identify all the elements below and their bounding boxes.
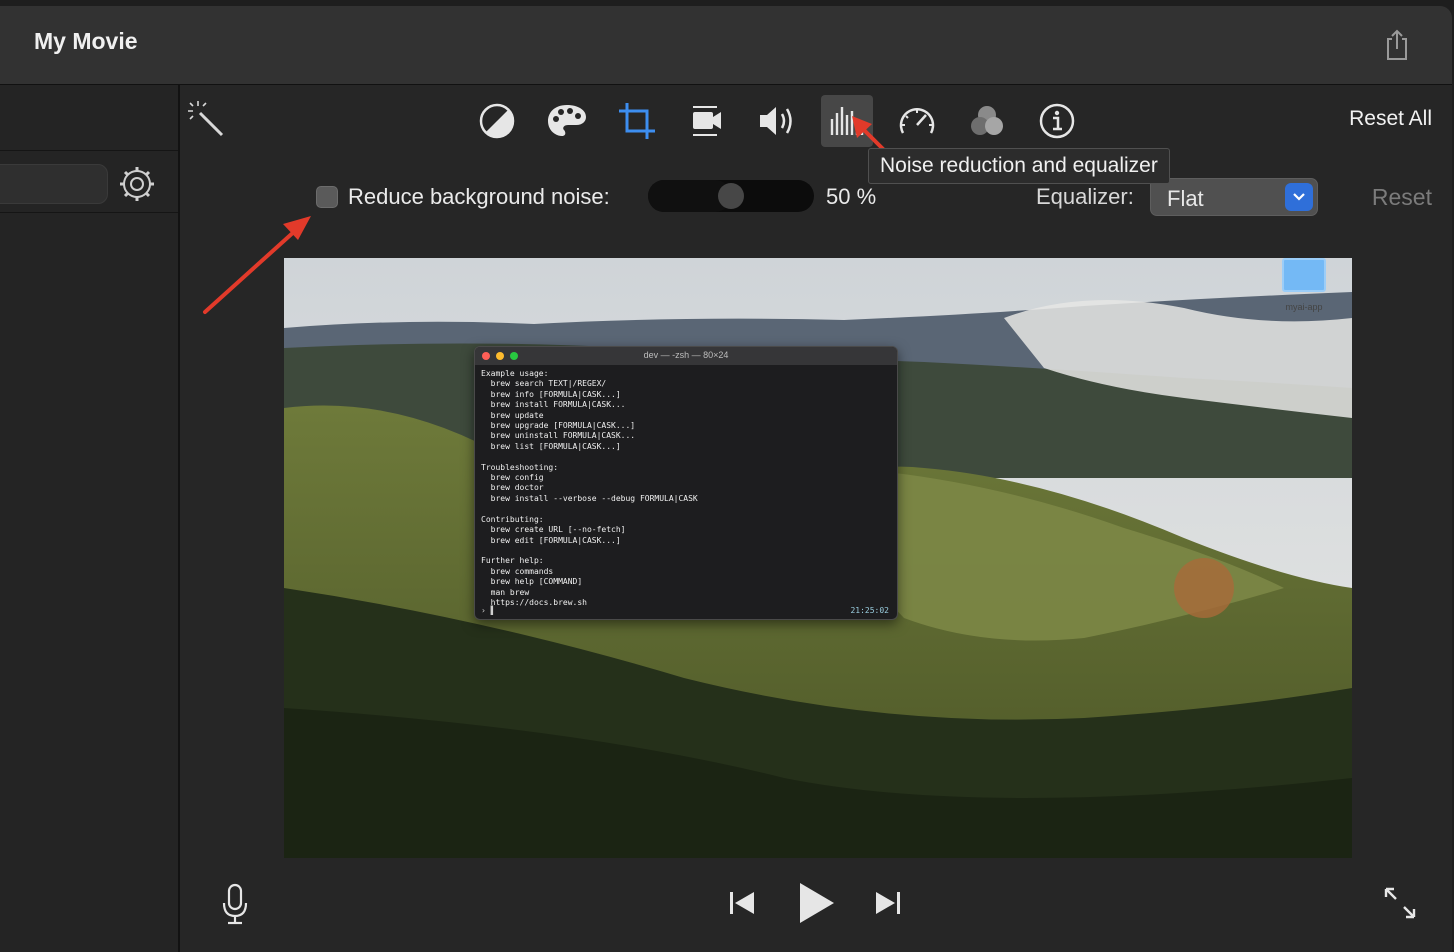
tooltip: Noise reduction and equalizer — [868, 148, 1170, 184]
play-button[interactable] — [794, 881, 838, 925]
stabilization-camera-icon — [693, 106, 721, 136]
stabilization-button[interactable] — [681, 95, 733, 147]
terminal-window: dev — -zsh — 80×24 Example usage: brew s… — [474, 346, 898, 620]
sidebar-divider — [0, 212, 178, 213]
noise-percent-value: 50 % — [826, 184, 877, 209]
reset-all-button[interactable]: Reset All — [1349, 107, 1432, 131]
title-bar: My Movie — [0, 6, 1452, 85]
desktop-folder[interactable]: myai-app — [1278, 258, 1330, 318]
chevron-down-icon — [1285, 183, 1313, 211]
skip-back-button[interactable] — [726, 887, 758, 919]
noise-level-slider[interactable] — [648, 180, 814, 212]
reduce-noise-row: Reduce background noise: — [316, 179, 610, 215]
settings-button[interactable] — [118, 165, 156, 203]
terminal-time: 21:25:02 — [850, 606, 889, 615]
speed-button[interactable] — [891, 95, 943, 147]
sidebar-search-field[interactable] — [0, 164, 108, 204]
share-icon — [1387, 29, 1407, 60]
equalizer-select[interactable]: Flat — [1150, 178, 1318, 216]
color-palette-icon — [548, 105, 586, 136]
reduce-noise-label: Reduce background noise: — [348, 184, 610, 209]
clip-info-button[interactable] — [1031, 95, 1083, 147]
share-button[interactable] — [1382, 28, 1412, 62]
expand-icon — [1384, 887, 1416, 919]
clip-filter-icon — [971, 106, 1003, 135]
color-balance-icon — [479, 103, 515, 139]
terminal-output: Example usage: brew search TEXT|/REGEX/ … — [481, 369, 698, 607]
equalizer-label: Equalizer: — [1036, 184, 1134, 209]
slider-knob[interactable] — [718, 183, 744, 209]
crop-button[interactable] — [611, 95, 663, 147]
clip-filter-button[interactable] — [961, 95, 1013, 147]
sidebar — [0, 85, 180, 952]
info-icon — [1039, 103, 1075, 139]
window-title: My Movie — [34, 28, 138, 54]
volume-button[interactable] — [751, 95, 803, 147]
sidebar-divider — [0, 150, 178, 151]
desktop-folder-label: myai-app — [1285, 302, 1323, 312]
microphone-icon — [222, 883, 248, 925]
imovie-window: My Movie Reset All Noise reduction and e… — [0, 6, 1452, 952]
terminal-prompt: › ▌ — [481, 606, 496, 615]
equalizer-bars-icon — [830, 107, 864, 135]
enhance-button[interactable] — [186, 99, 226, 139]
video-preview[interactable]: myai-app dev — -zsh — 80×24 Example usag… — [284, 258, 1352, 858]
color-correction-button[interactable] — [541, 95, 593, 147]
skip-forward-button[interactable] — [872, 887, 904, 919]
skip-back-icon — [730, 892, 754, 914]
crop-icon — [619, 103, 655, 139]
equalizer-value: Flat — [1167, 186, 1204, 211]
terminal-title-bar: dev — -zsh — 80×24 — [475, 347, 897, 365]
reset-button[interactable]: Reset — [1372, 184, 1432, 211]
viewer-panel: Reset All Noise reduction and equalizer … — [180, 85, 1452, 952]
play-icon — [800, 883, 834, 923]
speedometer-icon — [899, 108, 935, 134]
noise-equalizer-button[interactable] — [821, 95, 873, 147]
voiceover-button[interactable] — [220, 883, 250, 927]
folder-icon — [1282, 258, 1326, 292]
reduce-noise-checkbox[interactable] — [316, 186, 338, 208]
magic-wand-icon — [188, 101, 224, 137]
color-balance-button[interactable] — [471, 95, 523, 147]
gear-icon — [120, 167, 154, 201]
skip-forward-icon — [876, 892, 900, 914]
fullscreen-button[interactable] — [1382, 885, 1418, 921]
speaker-icon — [760, 107, 792, 135]
terminal-title: dev — -zsh — 80×24 — [643, 350, 729, 360]
